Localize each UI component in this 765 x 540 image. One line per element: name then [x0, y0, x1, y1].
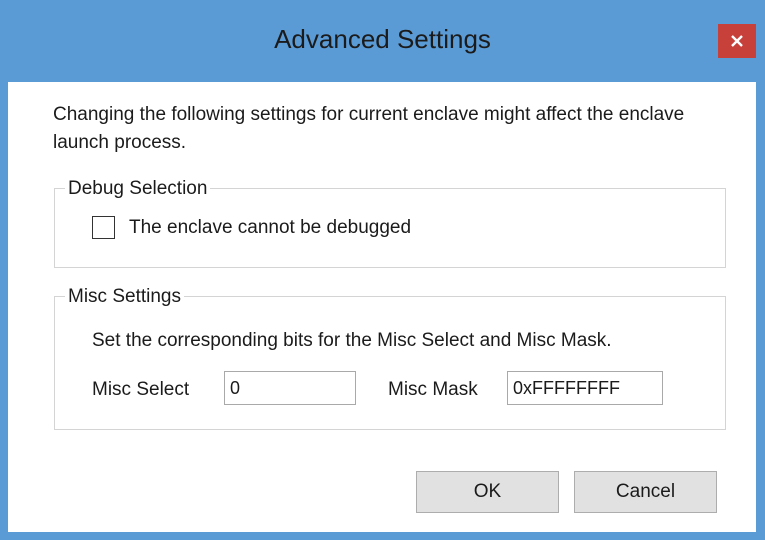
misc-mask-label: Misc Mask	[388, 379, 478, 400]
misc-settings-legend: Misc Settings	[65, 286, 184, 308]
misc-settings-group	[54, 296, 726, 430]
ok-button[interactable]: OK	[416, 471, 559, 513]
intro-text: Changing the following settings for curr…	[53, 104, 685, 153]
misc-select-input[interactable]: 0	[224, 371, 356, 405]
misc-description: Set the corresponding bits for the Misc …	[92, 330, 612, 351]
close-button[interactable]	[718, 24, 756, 58]
advanced-settings-dialog: Advanced Settings Changing the following…	[0, 0, 765, 540]
cancel-button[interactable]: Cancel	[574, 471, 717, 513]
debug-disabled-label[interactable]: The enclave cannot be debugged	[129, 216, 411, 240]
debug-disabled-checkbox[interactable]	[92, 216, 115, 239]
title-bar: Advanced Settings	[0, 0, 765, 82]
misc-mask-input[interactable]: 0xFFFFFFFF	[507, 371, 663, 405]
misc-select-label: Misc Select	[92, 379, 190, 400]
debug-selection-legend: Debug Selection	[65, 178, 211, 200]
close-icon	[731, 35, 743, 47]
dialog-title: Advanced Settings	[274, 24, 491, 54]
